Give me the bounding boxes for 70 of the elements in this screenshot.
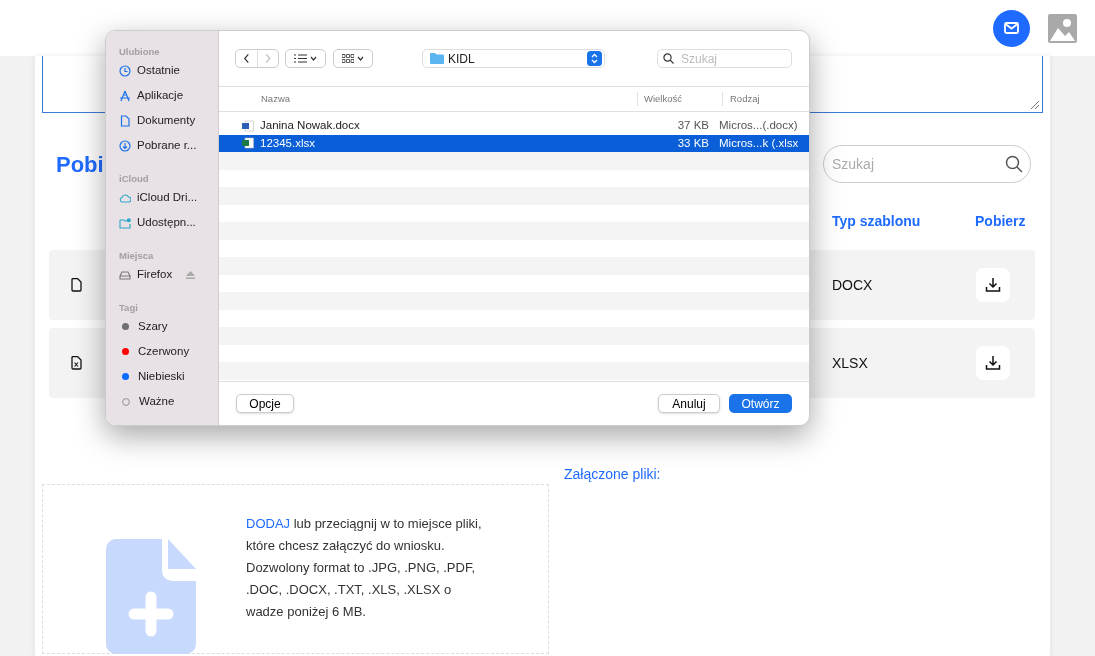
- drop-zone[interactable]: DODAJ lub przeciągnij w to miejsce pliki, które chcesz załączyć do wniosku. Dozwolony format to .JPG, .PNG, .PDF, .DOC, .DOCX, .TXT, .XLS, .XLSX o wadze poniżej 6 MB.: [42, 484, 549, 654]
- empty-tag-circle-icon: [122, 397, 130, 406]
- sidebar-item[interactable]: iCloud Dri...: [119, 185, 218, 210]
- excel-spreadsheet-icon: [242, 137, 254, 150]
- sidebar-item[interactable]: Ostatnie: [119, 58, 218, 83]
- spreadsheet-file-icon: [71, 356, 82, 370]
- sidebar-section-title: Miejsca: [119, 249, 155, 262]
- download-button[interactable]: [976, 268, 1010, 302]
- template-type: DOCX: [832, 275, 874, 295]
- options-button[interactable]: Opcje: [236, 394, 294, 413]
- search-icon: [663, 53, 674, 64]
- search-icon: [1005, 155, 1023, 173]
- file-kind: Micros...(.docx): [719, 118, 798, 134]
- section-heading: Pobi: [56, 150, 104, 179]
- download-icon: [985, 355, 1001, 371]
- list-icon: [294, 54, 307, 63]
- sidebar-item[interactable]: Pobrane r...: [119, 133, 218, 158]
- sidebar-item[interactable]: Firefox: [119, 262, 218, 287]
- sidebar-section-title: Tagi: [119, 301, 139, 314]
- open-button[interactable]: Otwórz: [729, 394, 792, 413]
- sidebar-item[interactable]: Udostępn...: [119, 210, 218, 235]
- grid-icon: [342, 54, 354, 63]
- download-icon: [985, 277, 1001, 293]
- sidebar-item[interactable]: Dokumenty: [119, 108, 218, 133]
- file-name: 12345.xlsx: [260, 135, 316, 151]
- mail-button[interactable]: [993, 9, 1030, 47]
- folder-path-popup[interactable]: KIDL: [422, 49, 605, 68]
- sidebar-section-title: Ulubione: [119, 45, 161, 58]
- file-row[interactable]: 12345.xlsx 33 KB Micros...k (.xlsx: [219, 134, 809, 152]
- document-icon: [71, 278, 82, 292]
- column-header: Pobierz: [975, 212, 1026, 231]
- column-header: Typ szablonu: [832, 212, 922, 231]
- drive-icon: [119, 268, 131, 281]
- sidebar-section-title: iCloud: [119, 172, 150, 185]
- file-row[interactable]: Janina Nowak.docx 37 KB Micros...(.docx): [219, 117, 809, 135]
- sidebar-item[interactable]: Szary: [119, 314, 218, 339]
- template-type: XLSX: [832, 353, 869, 373]
- apps-icon: [119, 89, 131, 102]
- sidebar-item[interactable]: Czerwony: [119, 339, 218, 364]
- chevron-down-icon: [310, 56, 317, 61]
- grid-view-button[interactable]: [333, 49, 373, 68]
- file-size: 37 KB: [676, 118, 709, 134]
- download-button[interactable]: [976, 346, 1010, 380]
- stepper-icon: [587, 51, 602, 66]
- clock-icon: [119, 64, 131, 77]
- column-header[interactable]: Rodzaj: [723, 91, 760, 107]
- attachments-label: Załączone pliki:: [564, 465, 661, 484]
- search-field[interactable]: Szukaj: [823, 145, 1031, 183]
- column-header[interactable]: Nazwa: [219, 91, 637, 107]
- download-icon: [119, 139, 131, 152]
- sidebar-item[interactable]: Ważne: [119, 389, 218, 414]
- file-name: Janina Nowak.docx: [260, 118, 361, 134]
- word-document-icon: [242, 119, 254, 132]
- file-kind: Micros...k (.xlsx: [719, 135, 799, 151]
- image-icon[interactable]: [1048, 13, 1077, 43]
- drop-zone-instructions: DODAJ lub przeciągnij w to miejsce pliki, które chcesz załączyć do wniosku. Dozwolony format to .JPG, .PNG, .PDF, .DOC, .DOCX, .TXT, .XLS, .XLSX o wadze poniżej 6 MB.: [246, 515, 482, 621]
- shared-folder-icon: [119, 216, 131, 229]
- folder-icon: [430, 53, 444, 64]
- list-view-button[interactable]: [285, 49, 326, 68]
- resize-handle-icon[interactable]: [1030, 100, 1040, 110]
- cloud-icon: [119, 191, 131, 204]
- chevron-down-icon: [357, 56, 364, 61]
- document-icon: [119, 114, 131, 127]
- folder-name: KIDL: [448, 50, 476, 68]
- search-field[interactable]: Szukaj: [657, 49, 792, 68]
- cancel-button[interactable]: Anuluj: [658, 394, 720, 413]
- sidebar-item[interactable]: Aplikacje: [119, 83, 218, 108]
- sidebar-item[interactable]: Niebieski: [119, 364, 218, 389]
- file-size: 33 KB: [676, 135, 709, 151]
- column-header[interactable]: Wielkość: [637, 91, 723, 107]
